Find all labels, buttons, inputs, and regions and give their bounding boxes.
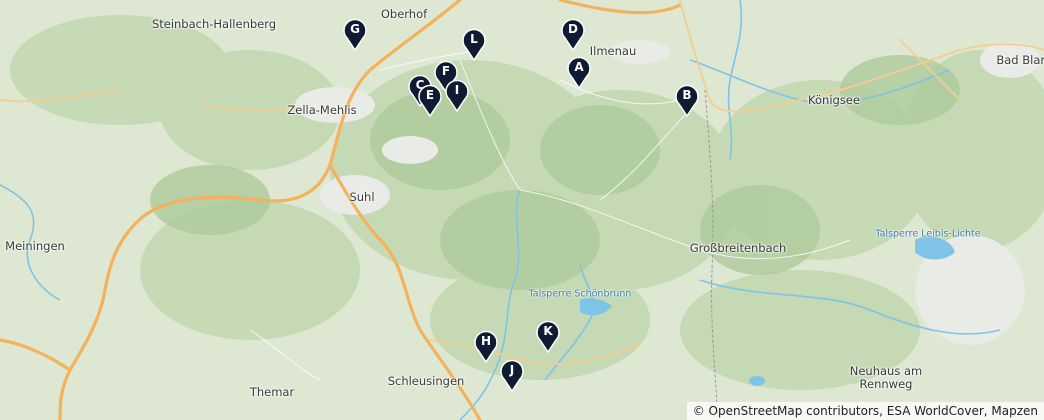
water-label-talsperre-schoenbrunn: Talsperre Schönbrunn xyxy=(528,288,632,300)
place-label-zella-mehlis: Zella-Mehlis xyxy=(287,103,357,117)
place-label-konigsee: Königsee xyxy=(808,93,860,107)
water-label-talsperre-leibis-lichte: Talsperre Leibis-Lichte xyxy=(875,228,981,240)
place-label-oberhof: Oberhof xyxy=(380,7,428,21)
marker-label: L xyxy=(470,32,478,46)
marker-label: G xyxy=(350,22,360,36)
place-label-ilmenau: Ilmenau xyxy=(589,44,637,58)
marker-label: F xyxy=(441,64,451,78)
map-base-layer xyxy=(0,0,1044,420)
map-marker-d[interactable]: D xyxy=(560,17,586,51)
place-label-suhl: Suhl xyxy=(349,190,375,204)
place-label-steinbach-hallenberg: Steinbach-Hallenberg xyxy=(151,17,277,31)
map-marker-g[interactable]: G xyxy=(342,17,368,51)
place-label-bad-blan: Bad Blan xyxy=(996,53,1044,67)
map-marker-k[interactable]: K xyxy=(535,319,561,353)
map-view[interactable]: Oberhof Steinbach-Hallenberg Ilmenau Bad… xyxy=(0,0,1044,420)
map-marker-b[interactable]: B xyxy=(674,83,700,117)
place-label-schleusingen: Schleusingen xyxy=(387,374,465,388)
marker-label: A xyxy=(574,60,584,74)
marker-label: K xyxy=(543,324,553,338)
map-marker-i[interactable]: I xyxy=(444,78,470,112)
place-label-neuhaus-am-rennweg: Neuhaus am Rennweg xyxy=(849,364,923,391)
map-marker-l[interactable]: L xyxy=(461,27,487,61)
place-label-meiningen: Meiningen xyxy=(5,239,65,253)
marker-label: J xyxy=(509,363,515,377)
marker-label: D xyxy=(568,22,578,36)
map-marker-h[interactable]: H xyxy=(473,329,499,363)
marker-label: H xyxy=(480,334,492,348)
map-marker-a[interactable]: A xyxy=(566,55,592,89)
map-attribution[interactable]: © OpenStreetMap contributors, ESA WorldC… xyxy=(686,402,1044,420)
map-marker-j[interactable]: J xyxy=(499,358,525,392)
place-label-grossbreitenbach: Großbreitenbach xyxy=(689,241,787,255)
place-label-themar: Themar xyxy=(249,385,295,399)
marker-label: I xyxy=(454,83,460,97)
marker-label: B xyxy=(682,88,692,102)
